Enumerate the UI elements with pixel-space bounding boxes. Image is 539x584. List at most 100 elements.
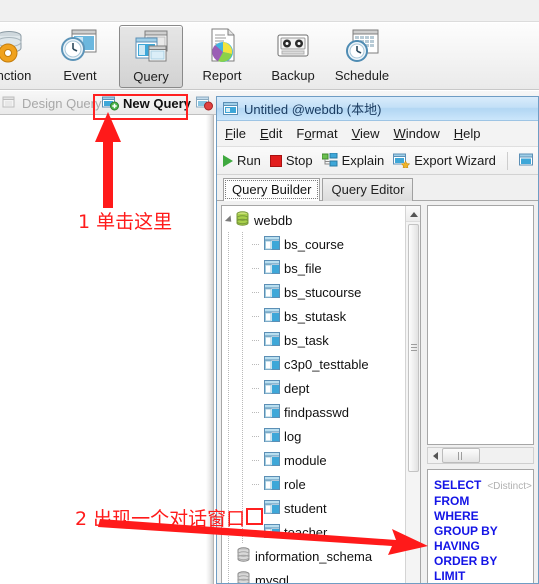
tree-indent-guide xyxy=(222,352,236,376)
table-icon xyxy=(264,307,280,325)
scroll-left-arrow-icon[interactable] xyxy=(428,448,442,463)
ribbon-item-event[interactable]: Event xyxy=(48,25,112,88)
tree-item[interactable]: bs_course xyxy=(222,232,405,256)
export-wizard-button[interactable]: Export Wizard xyxy=(393,150,496,172)
scrollbar-thumb[interactable] xyxy=(408,224,419,472)
tree-indent-guide xyxy=(236,328,250,352)
sql-keyword-row[interactable]: GROUP BY xyxy=(434,524,533,539)
tree-item-label: log xyxy=(284,428,302,444)
screenshot-root: nction Event Query Report Backup Schedul… xyxy=(0,0,539,584)
stop-square-icon xyxy=(269,154,282,167)
menu-window[interactable]: Window xyxy=(394,126,440,141)
tree-indent-guide xyxy=(236,304,250,328)
sql-keyword-row[interactable]: ORDER BY xyxy=(434,554,533,569)
sql-keyword: HAVING xyxy=(434,539,480,553)
sql-keyword-list: SELECT <Distinct> FROM WHERE GROUP BY HAVING O… xyxy=(434,478,533,583)
design-query-icon xyxy=(2,96,15,108)
tree-item-label: module xyxy=(284,452,327,468)
ribbon-item-query[interactable]: Query xyxy=(119,25,183,88)
tree-indent-guide xyxy=(236,256,250,280)
sql-keyword-row[interactable]: SELECT <Distinct> xyxy=(434,478,533,494)
explain-label: Explain xyxy=(341,153,385,168)
query-window-menubar: File Edit Format View Window Help xyxy=(217,121,538,147)
table-icon xyxy=(264,475,280,493)
tree-indent-guide xyxy=(236,376,250,400)
tree-item[interactable]: dept xyxy=(222,376,405,400)
tree-indent-guide xyxy=(236,400,250,424)
stop-button[interactable]: Stop xyxy=(269,150,313,172)
ribbon-item-report[interactable]: Report xyxy=(190,25,254,88)
tree-item-label: findpasswd xyxy=(284,404,350,420)
ribbon-item-function[interactable]: nction xyxy=(0,25,46,88)
tree-item[interactable]: bs_stucourse xyxy=(222,280,405,304)
tree-item[interactable]: module xyxy=(222,448,405,472)
explain-button[interactable]: Explain xyxy=(321,150,385,172)
sql-keyword: LIMIT xyxy=(434,569,466,583)
tree-item[interactable]: log xyxy=(222,424,405,448)
tree-item-label: bs_stutask xyxy=(284,308,347,324)
tree-indent-guide xyxy=(236,424,250,448)
tree-elbow-connector xyxy=(250,448,264,472)
tree-item[interactable]: bs_stutask xyxy=(222,304,405,328)
tree-elbow-connector xyxy=(250,424,264,448)
stop-label: Stop xyxy=(285,153,313,168)
sql-keyword: WHERE xyxy=(434,509,479,523)
tree-item[interactable]: findpasswd xyxy=(222,400,405,424)
database-icon xyxy=(235,211,250,229)
tree-indent-guide xyxy=(222,328,236,352)
extra-toolbar-button[interactable] xyxy=(518,150,535,172)
sql-keyword: ORDER BY xyxy=(434,554,498,568)
tree-elbow-connector xyxy=(250,232,264,256)
tree-item[interactable]: bs_file xyxy=(222,256,405,280)
run-button[interactable]: Run xyxy=(223,150,261,172)
ribbon-label-event: Event xyxy=(63,68,97,83)
tree-elbow-connector xyxy=(250,304,264,328)
backup-tape-icon xyxy=(273,27,313,65)
expand-twisty-icon[interactable] xyxy=(224,215,235,225)
tab-query-builder[interactable]: Query Builder xyxy=(223,178,321,201)
ribbon-item-schedule[interactable]: Schedule xyxy=(330,25,394,88)
menu-help-rest: elp xyxy=(463,126,481,141)
tree-indent-guide xyxy=(222,376,236,400)
tree-indent-guide xyxy=(236,232,250,256)
tree-item-label: webdb xyxy=(254,212,293,228)
query-window-icon xyxy=(223,102,238,115)
sql-keyword-row[interactable]: HAVING xyxy=(434,539,533,554)
table-icon xyxy=(264,427,280,445)
query-window-titlebar[interactable]: Untitled @webdb (本地) xyxy=(217,97,538,121)
menu-edit[interactable]: Edit xyxy=(260,126,282,141)
hscrollbar-thumb[interactable] xyxy=(442,448,480,463)
sql-clause-panel[interactable]: SELECT <Distinct> FROM WHERE GROUP BY HAVING O… xyxy=(427,469,534,583)
database-icon xyxy=(236,571,251,583)
query-window-tabs: Query Builder Query Editor xyxy=(217,175,538,201)
ribbon-item-backup[interactable]: Backup xyxy=(261,25,325,88)
tree-item[interactable]: bs_task xyxy=(222,328,405,352)
tree-item-label: bs_stucourse xyxy=(284,284,362,300)
query-diagram-canvas[interactable] xyxy=(427,205,534,445)
tree-indent-guide xyxy=(222,472,236,496)
schedule-calendar-icon xyxy=(342,27,382,65)
sql-keyword-row[interactable]: LIMIT xyxy=(434,569,533,583)
menu-view[interactable]: View xyxy=(352,126,380,141)
scroll-up-arrow-icon[interactable] xyxy=(406,206,420,222)
tree-item[interactable]: role xyxy=(222,472,405,496)
sql-keyword-row[interactable]: FROM xyxy=(434,494,533,509)
tree-item[interactable]: webdb xyxy=(222,208,405,232)
tree-elbow-connector xyxy=(250,280,264,304)
toolbar-separator xyxy=(506,151,508,170)
menu-file[interactable]: File xyxy=(225,126,246,141)
menu-format[interactable]: Format xyxy=(296,126,337,141)
tree-item-label: c3p0_testtable xyxy=(284,356,369,372)
tree-item[interactable]: c3p0_testtable xyxy=(222,352,405,376)
tree-item-label: mysql xyxy=(255,572,289,584)
menu-help[interactable]: Help xyxy=(454,126,481,141)
annotation-arrow-1 xyxy=(95,112,121,208)
tab-query-editor[interactable]: Query Editor xyxy=(322,178,414,201)
tree-item[interactable]: mysql xyxy=(222,568,405,584)
design-query-button[interactable]: Design Query xyxy=(2,94,101,112)
scrollbar-grip-icon xyxy=(411,344,417,352)
canvas-horizontal-scrollbar[interactable] xyxy=(427,447,534,464)
sql-keyword-row[interactable]: WHERE xyxy=(434,509,533,524)
query-icon xyxy=(131,28,171,66)
delete-query-button[interactable] xyxy=(196,94,217,112)
